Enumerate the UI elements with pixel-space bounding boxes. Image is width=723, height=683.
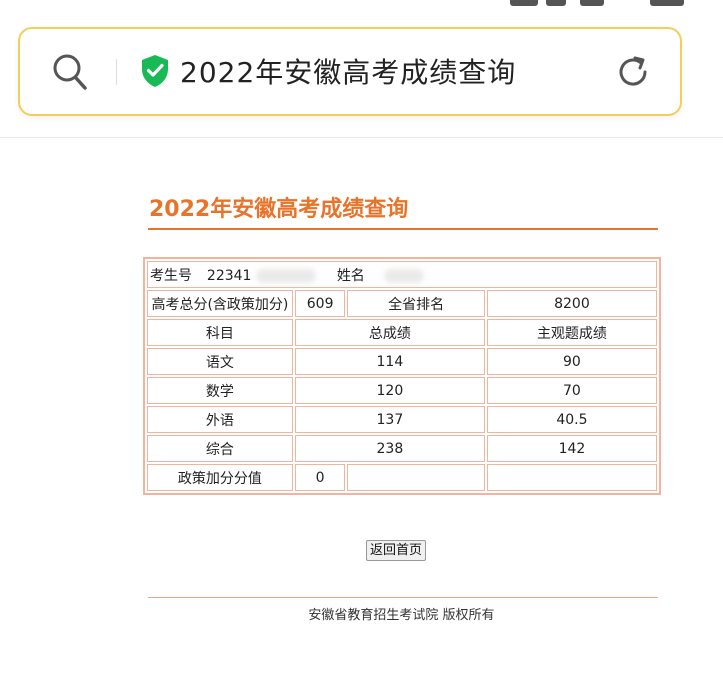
table-header-row: 科目 总成绩 主观题成绩 bbox=[147, 319, 657, 346]
table-row: 综合 238 142 bbox=[147, 435, 657, 462]
table-row: 考生号 22341 姓名 bbox=[147, 261, 657, 288]
address-divider bbox=[116, 59, 117, 85]
score-table: 考生号 22341 姓名 高考总分(含政策加分) 609 全省排名 8200 科… bbox=[143, 257, 661, 495]
table-row: 高考总分(含政策加分) 609 全省排名 8200 bbox=[147, 290, 657, 317]
name-label: 姓名 bbox=[336, 267, 365, 284]
toolbar-separator bbox=[0, 137, 723, 138]
empty-cell bbox=[486, 464, 657, 491]
shield-check-icon bbox=[142, 55, 168, 87]
total-score-label: 高考总分(含政策加分) bbox=[147, 290, 293, 317]
status-indicator bbox=[510, 0, 538, 6]
footer-divider bbox=[148, 597, 658, 598]
table-row: 政策加分分值 0 bbox=[147, 464, 657, 491]
bonus-label: 政策加分分值 bbox=[147, 464, 293, 491]
total-score-cell: 137 bbox=[294, 406, 485, 433]
status-indicator bbox=[546, 0, 566, 6]
table-row: 数学 120 70 bbox=[147, 377, 657, 404]
subjective-score-cell: 40.5 bbox=[486, 406, 657, 433]
page-title: 2022年安徽高考成绩查询 bbox=[149, 197, 409, 222]
column-header-total: 总成绩 bbox=[294, 319, 485, 346]
total-score-cell: 120 bbox=[294, 377, 485, 404]
empty-cell bbox=[347, 464, 485, 491]
total-score-value: 609 bbox=[294, 290, 346, 317]
column-header-subjective: 主观题成绩 bbox=[486, 319, 657, 346]
column-header-subject: 科目 bbox=[147, 319, 293, 346]
search-icon[interactable] bbox=[52, 53, 88, 91]
reload-icon[interactable] bbox=[615, 54, 651, 90]
address-bar[interactable]: 2022年安徽高考成绩查询 bbox=[18, 27, 682, 116]
subjective-score-cell: 90 bbox=[486, 348, 657, 375]
rank-value: 8200 bbox=[486, 290, 657, 317]
total-score-cell: 238 bbox=[294, 435, 485, 462]
heading-divider bbox=[148, 228, 658, 230]
redacted-blur bbox=[255, 268, 316, 283]
battery-icon bbox=[650, 0, 684, 6]
address-title[interactable]: 2022年安徽高考成绩查询 bbox=[180, 51, 516, 91]
exam-id-label: 考生号 bbox=[150, 267, 192, 284]
table-row: 语文 114 90 bbox=[147, 348, 657, 375]
subject-cell: 综合 bbox=[147, 435, 293, 462]
status-bar bbox=[0, 0, 723, 14]
footer-copyright: 安徽省教育招生考试院 版权所有 bbox=[308, 608, 495, 623]
subjective-score-cell: 70 bbox=[486, 377, 657, 404]
subjective-score-cell: 142 bbox=[486, 435, 657, 462]
subject-cell: 数学 bbox=[147, 377, 293, 404]
rank-label: 全省排名 bbox=[347, 290, 485, 317]
table-row: 外语 137 40.5 bbox=[147, 406, 657, 433]
signal-icon bbox=[580, 0, 604, 6]
redacted-blur bbox=[383, 268, 424, 283]
subject-cell: 语文 bbox=[147, 348, 293, 375]
subject-cell: 外语 bbox=[147, 406, 293, 433]
exam-info-cell: 考生号 22341 姓名 bbox=[147, 261, 657, 288]
back-home-button[interactable]: 返回首页 bbox=[366, 540, 426, 561]
exam-id-value: 22341 bbox=[206, 267, 252, 284]
bonus-value: 0 bbox=[294, 464, 346, 491]
total-score-cell: 114 bbox=[294, 348, 485, 375]
